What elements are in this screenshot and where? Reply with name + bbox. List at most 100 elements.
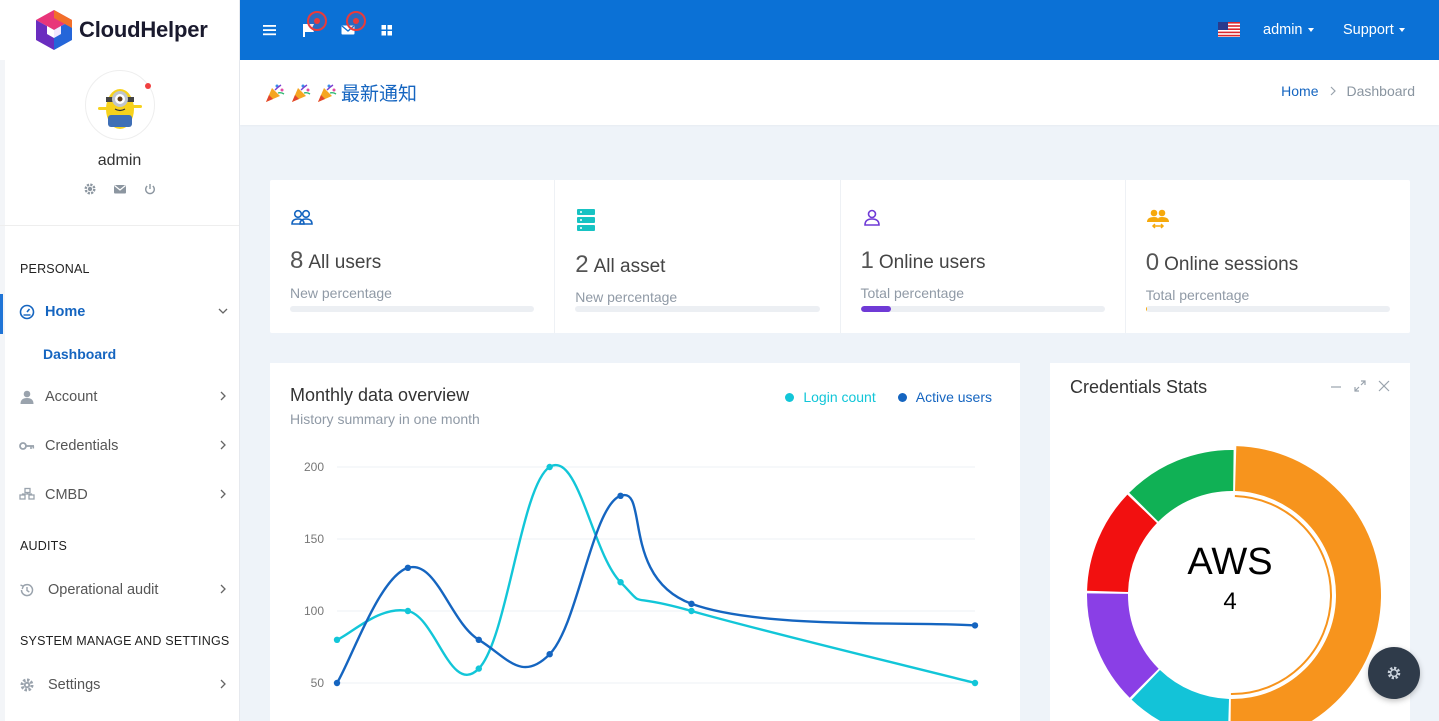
- data-point: [475, 636, 482, 643]
- section-system-settings: SYSTEM MANAGE AND SETTINGS: [20, 634, 230, 648]
- mail-icon[interactable]: [113, 182, 127, 196]
- y-tick-label: 100: [304, 604, 324, 618]
- data-point: [617, 579, 624, 586]
- data-point: [333, 636, 341, 643]
- stat-progress-bar: [1145, 306, 1390, 312]
- stat-label: Online users: [878, 252, 986, 273]
- sidebar-item-label: Settings: [48, 677, 101, 693]
- sidebar-item-label: Account: [45, 389, 98, 405]
- chevron-down-icon: [218, 306, 228, 316]
- stat-subtitle: Total percentage: [1145, 287, 1250, 303]
- stat-progress-fill: [860, 306, 892, 312]
- gear-icon: [19, 677, 35, 693]
- gear-icon: [1386, 665, 1402, 681]
- stat-value: 8: [290, 247, 304, 274]
- chevron-right-icon: [218, 679, 228, 689]
- section-audits: AUDITS: [20, 539, 68, 553]
- stat-progress-fill: [1145, 306, 1147, 312]
- settings-icon[interactable]: [83, 182, 97, 196]
- party-popper-icon: [289, 81, 313, 105]
- stat-subtitle: New percentage: [290, 285, 392, 301]
- latest-notice[interactable]: 最新通知: [263, 79, 417, 106]
- data-point: [971, 679, 979, 687]
- avatar[interactable]: [84, 70, 155, 140]
- stat-progress-bar: [290, 306, 535, 312]
- sidebar-item-home[interactable]: Home: [0, 292, 240, 334]
- stat-subtitle: Total percentage: [860, 285, 965, 301]
- sidebar-item-label: Home: [45, 304, 86, 320]
- sidebar: CloudHelper admin PERSONAL Home Dashboar…: [0, 0, 240, 721]
- dashboard-icon: [19, 304, 35, 320]
- sidebar-item-settings[interactable]: Settings: [0, 665, 240, 705]
- chevron-right-icon: [218, 489, 228, 499]
- sidebar-item-credentials[interactable]: Credentials: [0, 426, 240, 466]
- sidebar-item-cmbd[interactable]: CMBD: [0, 475, 240, 515]
- donut-segment[interactable]: [1129, 450, 1234, 522]
- stat-subtitle: New percentage: [575, 289, 678, 305]
- data-point: [971, 622, 979, 629]
- sitemap-icon: [19, 487, 35, 503]
- data-point: [404, 564, 412, 571]
- settings-fab[interactable]: [1368, 647, 1420, 699]
- data-point: [475, 665, 482, 672]
- breadcrumb-home[interactable]: Home: [1281, 83, 1318, 99]
- party-popper-icon: [263, 81, 287, 105]
- stats-panel: 8 All users New percentage 2 All asset New…: [270, 180, 1410, 333]
- donut-segment[interactable]: [1087, 593, 1159, 698]
- brand-name: CloudHelper: [79, 17, 208, 42]
- series-line-login-count: [336, 463, 976, 685]
- sidebar-item-account[interactable]: Account: [0, 377, 240, 417]
- stat-label: Online sessions: [1164, 254, 1299, 275]
- user-icon: [19, 389, 35, 405]
- stat-value: 1: [860, 247, 874, 274]
- party-popper-icon: [315, 81, 339, 105]
- stat-progress-bar: [860, 306, 1105, 312]
- brand-logo[interactable]: CloudHelper: [0, 0, 239, 60]
- donut-center-label: AWS: [1187, 541, 1273, 583]
- group-icon: [1146, 208, 1172, 232]
- stat-card-online-sessions[interactable]: 0 Online sessions Total percentage: [1126, 180, 1410, 333]
- stat-progress-bar: [575, 306, 820, 312]
- chevron-right-icon: [218, 584, 228, 594]
- stat-card-all-asset[interactable]: 2 All asset New percentage: [555, 180, 841, 333]
- caret-down-icon: [1307, 28, 1314, 33]
- user-icon: [861, 208, 887, 232]
- data-point: [546, 463, 553, 471]
- power-icon[interactable]: [143, 182, 157, 196]
- us-flag-icon[interactable]: [1218, 22, 1240, 37]
- data-point: [546, 651, 553, 658]
- hamburger-menu-icon[interactable]: [262, 22, 278, 38]
- breadcrumb: Home Dashboard: [1281, 83, 1415, 99]
- admin-menu-label: admin: [1263, 22, 1303, 38]
- sidebar-item-label: Operational audit: [48, 582, 159, 598]
- admin-menu[interactable]: admin: [1263, 22, 1314, 38]
- chevron-right-icon: [218, 391, 228, 401]
- server-icon: [575, 208, 601, 232]
- donut-center-value: 4: [1223, 588, 1237, 615]
- user-panel: admin: [0, 60, 239, 226]
- section-personal: PERSONAL: [20, 262, 90, 276]
- mail-badge: [346, 11, 366, 31]
- monthly-overview-card: Monthly data overview History summary in…: [270, 363, 1020, 721]
- top-bar: admin Support: [240, 0, 1439, 60]
- sidebar-item-operational-audit[interactable]: Operational audit: [0, 570, 240, 610]
- cube-logo-icon: [33, 8, 75, 52]
- minion-avatar-icon: [97, 89, 142, 129]
- sidebar-item-dashboard[interactable]: Dashboard: [43, 346, 116, 362]
- apps-grid-icon[interactable]: [379, 22, 395, 38]
- stat-label: All users: [308, 252, 382, 273]
- sidebar-item-label: Credentials: [45, 438, 119, 454]
- stat-card-all-users[interactable]: 8 All users New percentage: [270, 180, 556, 333]
- user-name: admin: [97, 152, 142, 169]
- credentials-stats-card: Credentials Stats AWS 4: [1050, 363, 1410, 721]
- support-menu[interactable]: Support: [1343, 22, 1405, 38]
- caret-down-icon: [1398, 28, 1405, 33]
- breadcrumb-current: Dashboard: [1346, 83, 1416, 99]
- history-icon: [19, 582, 35, 598]
- stat-value: 0: [1145, 249, 1160, 276]
- notice-text: 最新通知: [341, 83, 418, 105]
- user-actions: [83, 182, 157, 196]
- stat-card-online-users[interactable]: 1 Online users Total percentage: [841, 180, 1126, 333]
- y-tick-label: 150: [304, 532, 324, 546]
- y-tick-label: 200: [304, 460, 324, 474]
